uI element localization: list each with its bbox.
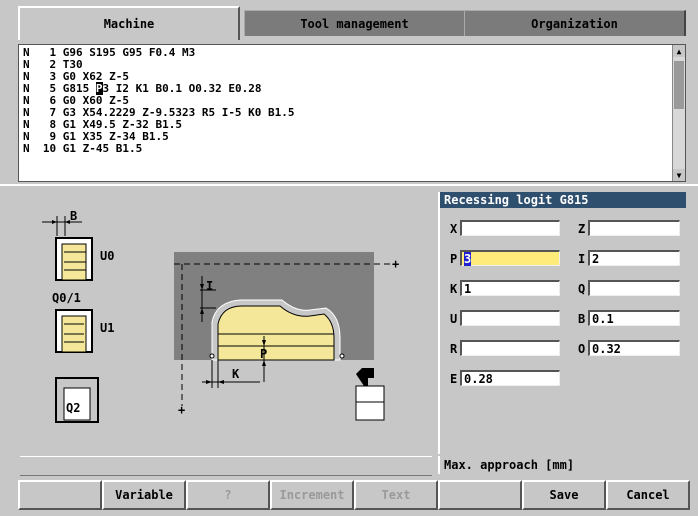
- tab-tool-management-label: Tool management: [300, 16, 409, 31]
- increment-button[interactable]: Increment: [270, 480, 354, 510]
- tab-bar: Machine Tool management Organization: [0, 0, 698, 46]
- save-button[interactable]: Save: [522, 480, 606, 510]
- field-label-z: Z: [578, 222, 586, 236]
- field-label-x: X: [450, 222, 458, 236]
- cycle-parameter-form: Recessing logit G815 X Z P 3 I 2 K 1 Q U…: [438, 192, 686, 454]
- field-r[interactable]: [460, 340, 560, 356]
- tab-organization[interactable]: Organization: [464, 10, 686, 36]
- help-button[interactable]: ?: [186, 480, 270, 510]
- field-label-q: Q: [578, 282, 586, 296]
- field-label-k: K: [450, 282, 458, 296]
- field-o[interactable]: 0.32: [588, 340, 680, 356]
- cnc-window: Machine Tool management Organization N 1…: [0, 0, 698, 516]
- label-i: I: [206, 279, 213, 293]
- line-number: 10: [42, 142, 57, 155]
- tab-tool-management[interactable]: Tool management: [244, 10, 466, 36]
- cancel-button[interactable]: Cancel: [606, 480, 690, 510]
- field-b[interactable]: 0.1: [588, 310, 680, 326]
- field-i[interactable]: 2: [588, 250, 680, 266]
- softkey-empty-1[interactable]: [18, 480, 102, 510]
- tool-holder-icon: [355, 368, 385, 421]
- plus-sign: +: [178, 403, 185, 417]
- program-listing[interactable]: N 1 G96 S195 G95 F0.4 M3 N 2 T30 N 3 G0 …: [18, 44, 686, 182]
- scroll-thumb[interactable]: [674, 61, 684, 109]
- increment-button-label: Increment: [279, 488, 345, 502]
- program-lines: N 1 G96 S195 G95 F0.4 M3 N 2 T30 N 3 G0 …: [19, 45, 685, 155]
- field-label-e: E: [450, 372, 458, 386]
- softkey-empty-2[interactable]: [438, 480, 522, 510]
- field-label-u: U: [450, 312, 458, 326]
- variable-button[interactable]: Variable: [102, 480, 186, 510]
- label-q01: Q0/1: [52, 291, 81, 305]
- cancel-button-label: Cancel: [626, 488, 670, 502]
- program-line[interactable]: N 1 G96 S195 G95 F0.4 M3: [19, 47, 685, 59]
- text-button[interactable]: Text: [354, 480, 438, 510]
- field-u[interactable]: [460, 310, 560, 326]
- field-label-p: P: [450, 252, 458, 266]
- field-p-value: 3: [464, 252, 472, 266]
- tab-machine[interactable]: Machine: [18, 6, 240, 40]
- save-button-label: Save: [549, 488, 579, 502]
- field-e[interactable]: 0.28: [460, 370, 560, 386]
- variable-button-label: Variable: [115, 488, 173, 502]
- recess-diagram: B U0 Q0/1 U1 Q2 + + I K P: [42, 209, 399, 423]
- field-p[interactable]: 3: [460, 250, 560, 266]
- k-dimension: K: [202, 360, 260, 388]
- form-title: Recessing logit G815: [440, 192, 686, 208]
- field-hint: Max. approach [mm]: [438, 456, 686, 474]
- label-p: P: [260, 347, 267, 361]
- program-scrollbar[interactable]: ▲ ▼: [672, 45, 685, 181]
- scroll-down-icon[interactable]: ▼: [673, 169, 685, 181]
- tab-machine-label: Machine: [103, 17, 155, 31]
- q2-tool-icon: Q2: [55, 377, 99, 423]
- field-label-r: R: [450, 342, 458, 356]
- u1-tool-icon: U1: [55, 309, 114, 353]
- plus-sign: +: [392, 257, 399, 271]
- cycle-help-graphic: B U0 Q0/1 U1 Q2 + + I K P: [20, 192, 432, 454]
- tab-organization-label: Organization: [531, 16, 618, 31]
- label-k: K: [232, 367, 240, 381]
- text-button-label: Text: [381, 488, 411, 502]
- help-button-label: ?: [224, 488, 232, 502]
- label-u0: U0: [100, 249, 114, 263]
- b-dimension: B: [42, 209, 82, 236]
- field-label-i: I: [578, 252, 586, 266]
- field-q[interactable]: [588, 280, 680, 296]
- program-line[interactable]: N 10 G1 Z-45 B1.5: [19, 143, 685, 155]
- field-label-b: B: [578, 312, 586, 326]
- field-label-o: O: [578, 342, 586, 356]
- label-b: B: [70, 209, 77, 223]
- label-u1: U1: [100, 321, 114, 335]
- label-q2: Q2: [66, 401, 80, 415]
- field-z[interactable]: [588, 220, 680, 236]
- field-x[interactable]: [460, 220, 560, 236]
- line-code: G1 Z-45 B1.5: [62, 142, 143, 155]
- field-k[interactable]: 1: [460, 280, 560, 296]
- line-n: N: [23, 142, 30, 155]
- scroll-up-icon[interactable]: ▲: [673, 45, 685, 57]
- graphic-status-bar: [20, 456, 432, 476]
- softkey-bar: Variable ? Increment Text Save Cancel: [18, 480, 690, 510]
- u0-tool-icon: U0: [55, 237, 114, 281]
